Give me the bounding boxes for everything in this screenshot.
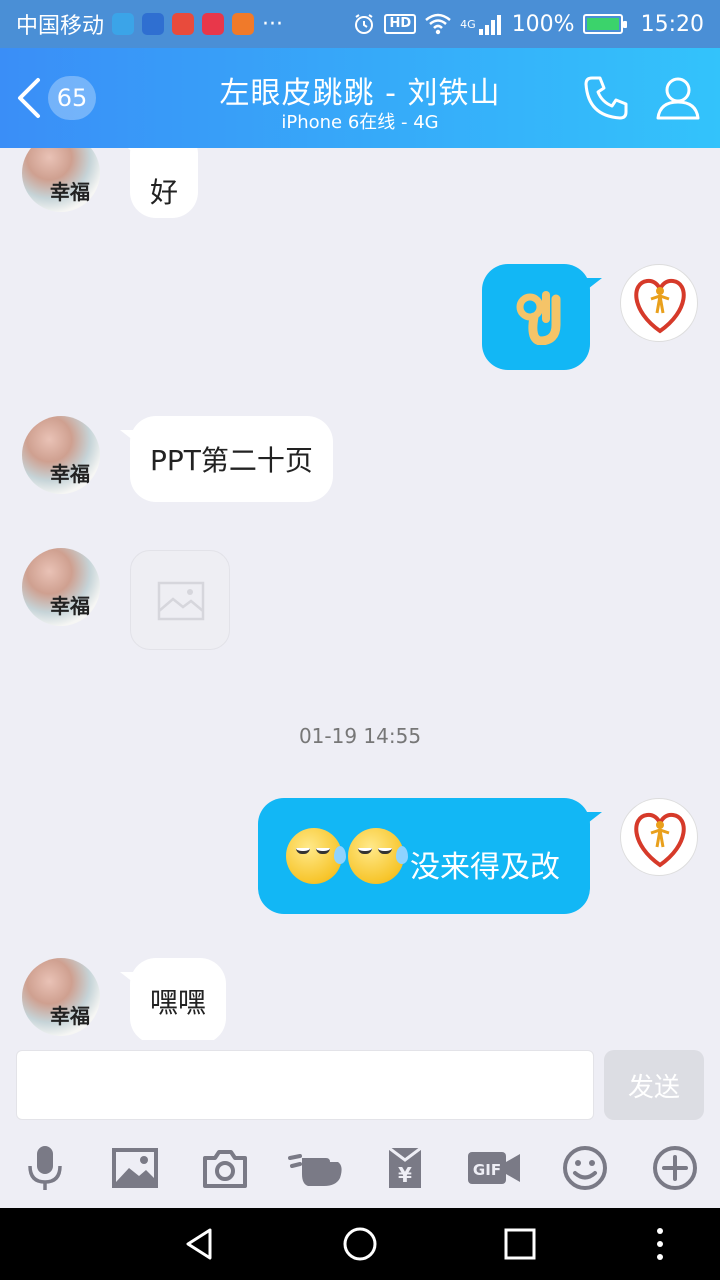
- self-avatar[interactable]: [620, 264, 698, 342]
- system-navigation-bar: [0, 1208, 720, 1280]
- camera-icon[interactable]: [201, 1144, 249, 1192]
- send-button[interactable]: 发送: [604, 1050, 704, 1120]
- image-message-placeholder[interactable]: [130, 550, 230, 650]
- sweat-emoji-icon: [348, 828, 408, 884]
- friend-avatar[interactable]: 幸福: [22, 548, 100, 626]
- chat-header: 65 左眼皮跳跳 - 刘铁山 iPhone 6在线 - 4G: [0, 48, 720, 148]
- friend-avatar[interactable]: 幸福: [22, 416, 100, 494]
- app-notification-icon: [232, 13, 255, 35]
- app-notification-icon: [142, 13, 165, 35]
- emoji-icon[interactable]: [561, 1144, 609, 1192]
- battery-percent: 100%: [511, 11, 575, 37]
- battery-icon: [582, 14, 627, 34]
- outgoing-message-bubble[interactable]: 没来得及改: [258, 798, 602, 914]
- nav-menu-icon[interactable]: [642, 1226, 678, 1262]
- svg-text:¥: ¥: [398, 1163, 412, 1187]
- picture-icon[interactable]: [111, 1144, 159, 1192]
- message-text: 好: [150, 176, 179, 209]
- avatar-caption: 幸福: [50, 594, 90, 618]
- message-input[interactable]: [16, 1050, 594, 1120]
- message-list[interactable]: 幸福 好 幸福 PPT第二十页 幸福 01-19 14:55 没来得及改 幸福 …: [0, 148, 720, 1040]
- incoming-message-bubble[interactable]: PPT第二十页: [120, 416, 333, 502]
- heart-logo-icon: [634, 812, 686, 868]
- message-text: 没来得及改: [410, 850, 560, 885]
- app-notification-icon: [172, 13, 195, 35]
- app-notification-icon: [202, 13, 225, 35]
- hd-voice-icon: HD: [384, 14, 417, 34]
- sweat-emoji-icon: [286, 828, 346, 884]
- back-arrow-icon[interactable]: [14, 76, 44, 120]
- unread-count-badge[interactable]: 65: [48, 76, 96, 120]
- poke-hand-icon[interactable]: [288, 1144, 344, 1192]
- phone-call-icon[interactable]: [580, 72, 632, 124]
- red-packet-icon[interactable]: ¥: [381, 1144, 429, 1192]
- more-notifications-icon: ···: [262, 11, 283, 37]
- signal-icon: [478, 15, 501, 35]
- status-bar: 中国移动 ··· HD 4G 100% 15:20: [0, 0, 720, 48]
- chat-title[interactable]: 左眼皮跳跳 - 刘铁山: [160, 68, 560, 112]
- self-avatar[interactable]: [620, 798, 698, 876]
- clock: 15:20: [640, 11, 704, 37]
- alarm-icon: [355, 14, 374, 34]
- incoming-message-bubble[interactable]: 好: [119, 148, 199, 218]
- app-notification-icon: [112, 13, 135, 35]
- nav-home-icon[interactable]: [342, 1226, 378, 1262]
- message-timestamp: 01-19 14:55: [298, 724, 422, 748]
- heart-logo-icon: [634, 278, 686, 334]
- message-text: PPT第二十页: [150, 444, 313, 477]
- profile-icon[interactable]: [652, 72, 704, 124]
- outgoing-message-bubble[interactable]: [482, 264, 602, 370]
- avatar-caption: 幸福: [50, 1004, 90, 1028]
- gif-icon[interactable]: GIF: [466, 1144, 522, 1192]
- friend-avatar[interactable]: 幸福: [22, 958, 100, 1036]
- online-status: iPhone 6在线 - 4G: [281, 112, 439, 133]
- plus-icon[interactable]: [651, 1144, 699, 1192]
- avatar-caption: 幸福: [50, 180, 90, 204]
- composer-toolbar: ¥ GIF: [0, 1130, 720, 1208]
- nav-back-icon[interactable]: [182, 1226, 218, 1262]
- avatar-caption: 幸福: [50, 462, 90, 486]
- broken-image-icon: [157, 581, 205, 621]
- friend-avatar[interactable]: 幸福: [22, 148, 100, 212]
- microphone-icon[interactable]: [21, 1144, 69, 1192]
- nav-recents-icon[interactable]: [502, 1226, 538, 1262]
- composer: 发送: [0, 1040, 720, 1130]
- wifi-icon: [425, 13, 451, 35]
- message-text: 嘿嘿: [150, 986, 207, 1019]
- ok-hand-emoji-icon: [516, 291, 561, 345]
- incoming-message-bubble[interactable]: 嘿嘿: [119, 958, 227, 1040]
- gif-label: GIF: [473, 1161, 501, 1179]
- network-type-label: 4G: [460, 17, 476, 31]
- carrier-label: 中国移动: [16, 14, 105, 39]
